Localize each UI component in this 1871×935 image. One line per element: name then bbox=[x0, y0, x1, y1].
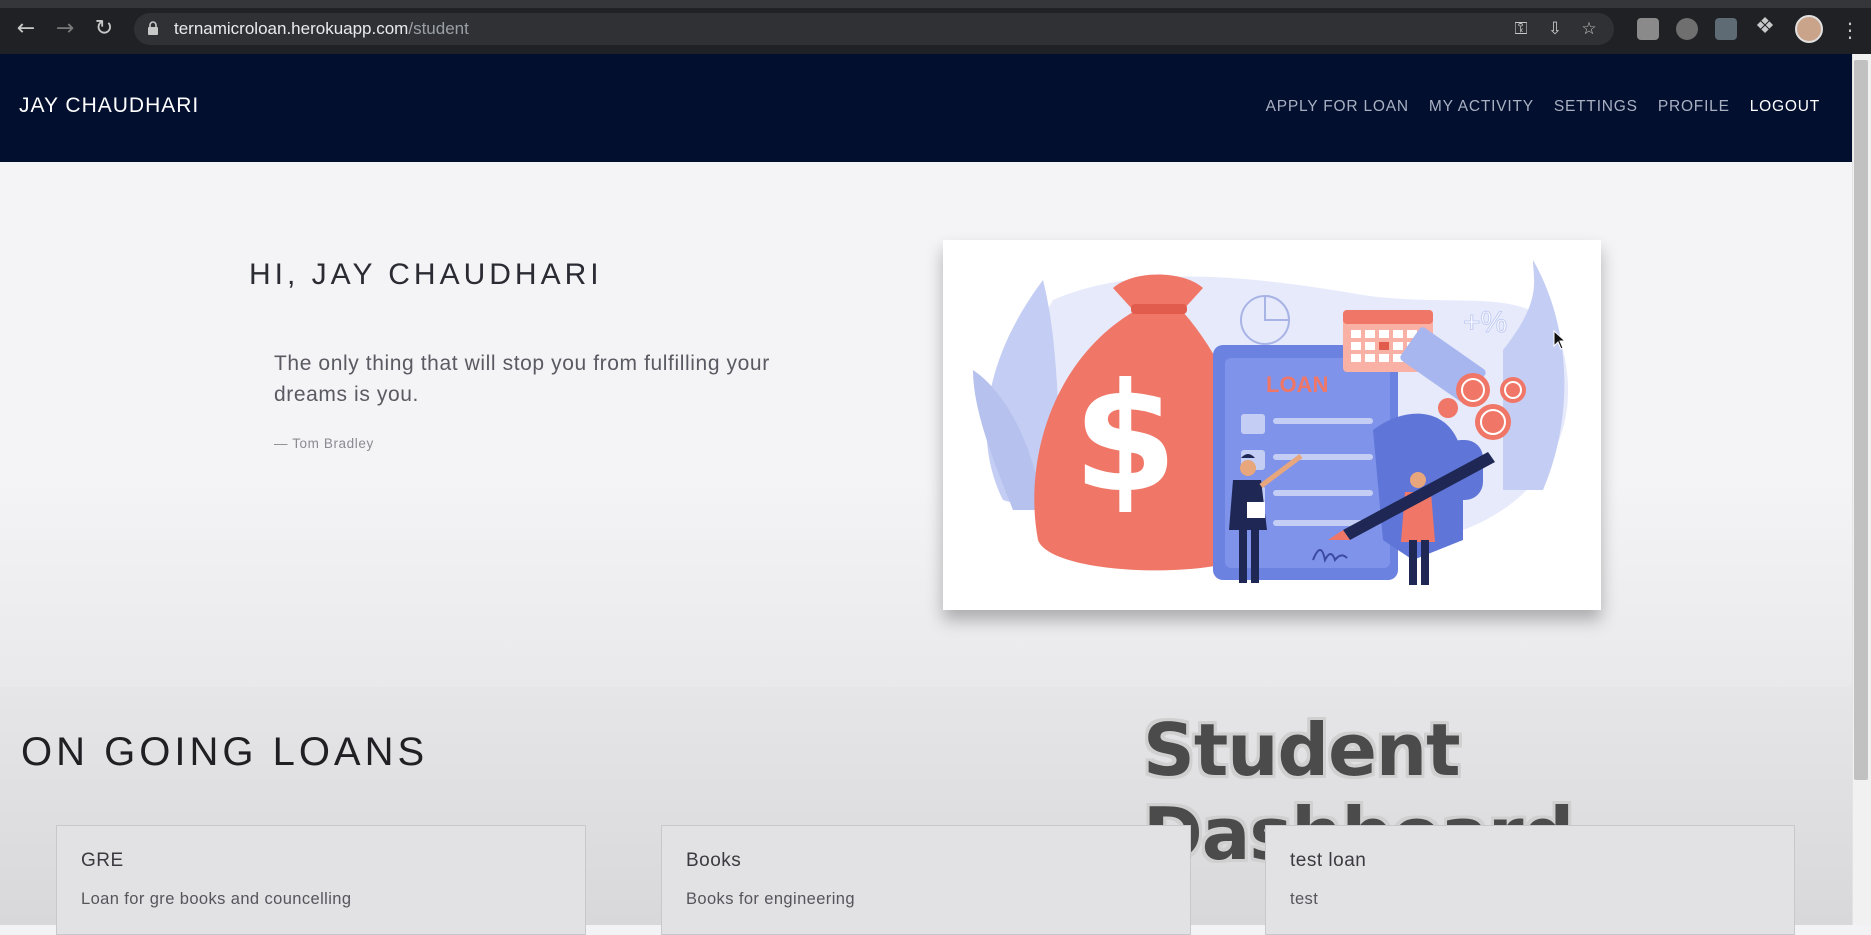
loan-illustration-graphic: $ LOAN +% bbox=[973, 260, 1569, 585]
nav-logout[interactable]: LOGOUT bbox=[1750, 98, 1820, 116]
extension-icon[interactable] bbox=[1637, 18, 1659, 40]
lock-icon bbox=[148, 21, 158, 35]
tab-strip bbox=[0, 0, 1871, 8]
profile-avatar[interactable] bbox=[1795, 15, 1823, 43]
dollar-sign-icon: $ bbox=[1073, 352, 1177, 526]
puzzle-icon[interactable]: ❖ bbox=[1755, 16, 1775, 38]
quote-text: The only thing that will stop you from f… bbox=[274, 352, 770, 406]
key-icon[interactable]: ⚿ bbox=[1512, 20, 1530, 38]
mouse-cursor-icon bbox=[1553, 330, 1567, 350]
nav-links: APPLY FOR LOAN MY ACTIVITY SETTINGS PROF… bbox=[1266, 98, 1820, 116]
url-text: ternamicroloan.herokuapp.com/student bbox=[174, 19, 469, 38]
loan-illustration: $ LOAN +% bbox=[943, 240, 1601, 610]
reload-icon[interactable]: ↻ bbox=[94, 18, 114, 40]
illustration-loan-label: LOAN bbox=[1266, 372, 1328, 397]
brand-name[interactable]: JAY CHAUDHARI bbox=[19, 94, 199, 118]
menu-kebab-icon[interactable]: ⋮ bbox=[1840, 18, 1860, 42]
loan-card[interactable]: Books Books for engineering bbox=[661, 825, 1191, 935]
back-icon[interactable]: ← bbox=[16, 18, 36, 40]
nav-my-activity[interactable]: MY ACTIVITY bbox=[1429, 98, 1534, 116]
illustration-percent-label: +% bbox=[1463, 306, 1507, 339]
loan-card[interactable]: GRE Loan for gre books and councelling bbox=[56, 825, 586, 935]
address-bar[interactable]: ternamicroloan.herokuapp.com/student ⚿ ⇩… bbox=[134, 13, 1614, 45]
loan-card-description: test bbox=[1290, 890, 1319, 908]
nav-apply-for-loan[interactable]: APPLY FOR LOAN bbox=[1266, 98, 1409, 116]
loan-card-title: test loan bbox=[1290, 850, 1367, 871]
nav-profile[interactable]: PROFILE bbox=[1658, 98, 1730, 116]
star-icon[interactable]: ☆ bbox=[1580, 20, 1598, 38]
scrollbar-thumb[interactable] bbox=[1854, 60, 1868, 780]
greeting-heading: HI, JAY CHAUDHARI bbox=[249, 258, 603, 291]
loan-card-description: Books for engineering bbox=[686, 890, 855, 908]
loan-card-description: Loan for gre books and councelling bbox=[81, 890, 352, 908]
nav-settings[interactable]: SETTINGS bbox=[1554, 98, 1638, 116]
install-icon[interactable]: ⇩ bbox=[1546, 20, 1564, 38]
shield-extension-icon[interactable] bbox=[1715, 18, 1737, 40]
loan-card-title: Books bbox=[686, 850, 742, 871]
quote-author: — Tom Bradley bbox=[274, 436, 374, 451]
loan-card[interactable]: test loan test bbox=[1265, 825, 1795, 935]
forward-icon[interactable]: → bbox=[55, 18, 75, 40]
site-navbar: JAY CHAUDHARI APPLY FOR LOAN MY ACTIVITY… bbox=[0, 54, 1852, 162]
ongoing-loans-title: ON GOING LOANS bbox=[21, 730, 429, 774]
loan-card-title: GRE bbox=[81, 850, 124, 871]
camera-icon[interactable] bbox=[1676, 18, 1698, 40]
